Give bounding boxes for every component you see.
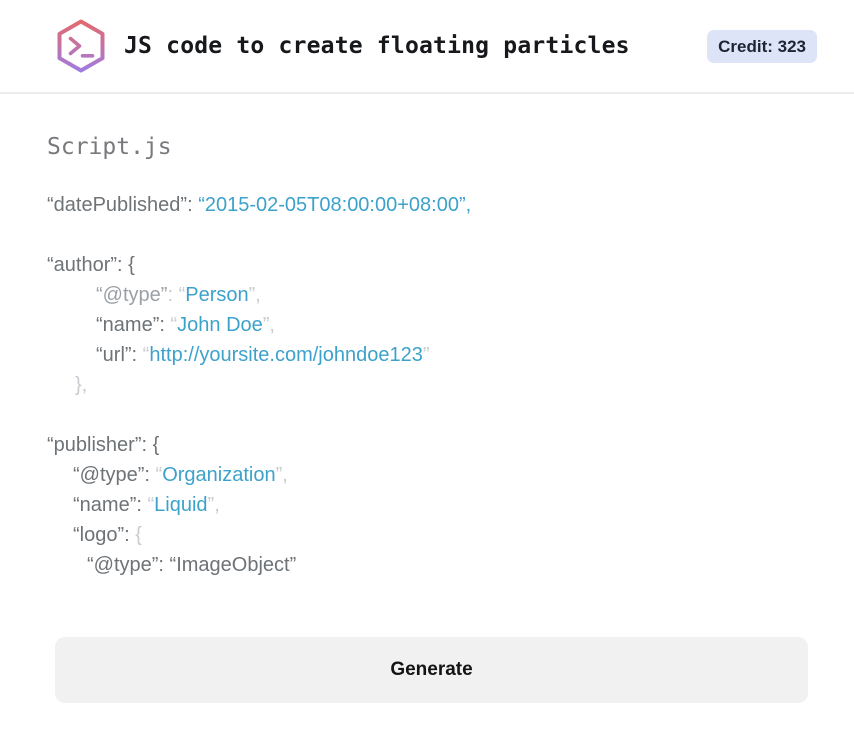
code-segment-value: “2015-02-05T08:00:00+08:00”, — [198, 194, 472, 216]
code-segment-keyfaint: “@type” — [96, 284, 168, 306]
code-line: }, — [47, 370, 808, 400]
code-segment-key: “name”: — [73, 494, 148, 516]
code-segment-punct: { — [135, 524, 142, 546]
code-line: “name”: “Liquid”, — [47, 490, 808, 520]
terminal-hexagon-logo-icon — [57, 19, 105, 73]
code-segment-key: “logo”: — [73, 524, 136, 546]
code-line: “@type”: “Organization”, — [47, 460, 808, 490]
file-name-heading: Script.js — [47, 134, 172, 160]
code-segment-punct: ”, — [275, 464, 288, 486]
code-segment-value: John Doe — [177, 314, 263, 336]
page-title: JS code to create floating particles — [124, 33, 630, 59]
code-line: “publisher”: { — [47, 430, 808, 460]
code-segment-punct: ” — [422, 344, 430, 366]
code-segment-punct: ”, — [207, 494, 220, 516]
code-block: “datePublished”: “2015-02-05T08:00:00+08… — [47, 190, 808, 580]
code-segment-punct: ”, — [248, 284, 261, 306]
generate-button[interactable]: Generate — [55, 637, 808, 703]
code-line: “url”: “http://yoursite.com/johndoe123” — [47, 340, 808, 370]
code-line: “datePublished”: “2015-02-05T08:00:00+08… — [47, 190, 808, 220]
code-segment-key: “name”: — [96, 314, 171, 336]
code-segment-key: “author”: { — [47, 254, 135, 276]
main-content: Script.js “datePublished”: “2015-02-05T0… — [0, 134, 854, 703]
credit-badge: Credit: 323 — [707, 29, 817, 63]
code-segment-value: http://yoursite.com/johndoe123 — [149, 344, 423, 366]
code-segment-key: “url”: — [96, 344, 143, 366]
code-segment-key: “publisher”: { — [47, 434, 160, 456]
code-segment-key: “datePublished”: — [47, 194, 199, 216]
code-segment-punct: ”, — [262, 314, 275, 336]
code-segment-punct: : — [167, 284, 179, 306]
app-header: JS code to create floating particles Cre… — [0, 0, 854, 94]
code-segment-value: Organization — [162, 464, 276, 486]
code-line: “@type”: “ImageObject” — [47, 550, 808, 580]
code-segment-key: “@type”: “ImageObject” — [87, 554, 297, 576]
code-segment-key: “@type”: — [73, 464, 156, 486]
code-segment-punct: }, — [75, 374, 88, 396]
code-line: “author”: { — [47, 250, 808, 280]
code-line: “name”: “John Doe”, — [47, 310, 808, 340]
code-line: “logo”: { — [47, 520, 808, 550]
code-segment-value: Liquid — [154, 494, 208, 516]
code-segment-value: Person — [185, 284, 249, 306]
code-line: “@type”: “Person”, — [47, 280, 808, 310]
